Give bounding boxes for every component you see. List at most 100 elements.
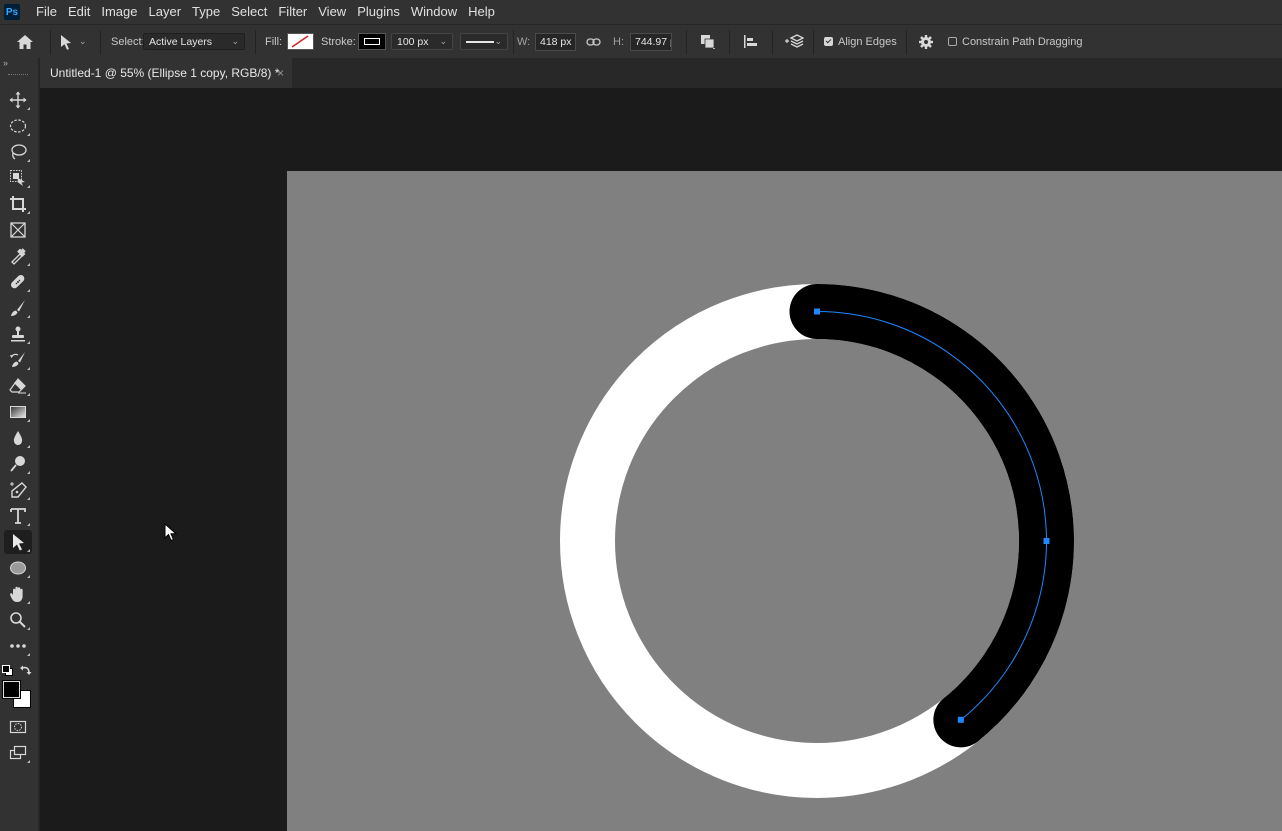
expand-panel-icon[interactable]: »: [0, 58, 38, 70]
select-layers-dropdown[interactable]: Active Layers ⌄: [143, 33, 245, 50]
home-button[interactable]: [16, 25, 34, 58]
stroke-swatch[interactable]: [358, 25, 386, 58]
hand-tool[interactable]: [4, 582, 32, 606]
menu-file[interactable]: File: [31, 0, 62, 24]
eraser-icon: [9, 378, 26, 394]
document-tab-title: Untitled-1 @ 55% (Ellipse 1 copy, RGB/8)…: [50, 66, 280, 80]
flyout-indicator: [27, 367, 30, 370]
quick-mask-icon: [9, 720, 27, 734]
screen-mode-button[interactable]: [4, 741, 32, 765]
menu-select[interactable]: Select: [226, 0, 272, 24]
history-brush-tool[interactable]: [4, 348, 32, 372]
flyout-indicator: [27, 159, 30, 162]
lasso-tool[interactable]: [4, 140, 32, 164]
blur-tool[interactable]: [4, 426, 32, 450]
link-dimensions-button[interactable]: [586, 25, 601, 58]
stroke-line-preview: [466, 40, 494, 43]
fill-swatch[interactable]: [287, 25, 314, 58]
document-canvas[interactable]: [287, 171, 1282, 831]
path-selection-tool[interactable]: [4, 530, 32, 554]
zoom-tool[interactable]: [4, 608, 32, 632]
checkbox-unchecked-icon: [948, 37, 957, 46]
menu-bar: Ps File Edit Image Layer Type Select Fil…: [0, 0, 1282, 24]
document-tab-bar: Untitled-1 @ 55% (Ellipse 1 copy, RGB/8)…: [40, 58, 1282, 88]
ellipse-tool[interactable]: [4, 556, 32, 580]
options-bar: ⌄ Select: Active Layers ⌄ Fill: Stroke: …: [0, 24, 1282, 58]
anchor-point-start[interactable]: [814, 308, 820, 315]
stroke-type-dropdown[interactable]: ⌄: [460, 33, 508, 50]
edit-toolbar[interactable]: [4, 634, 32, 658]
gradient-tool[interactable]: [4, 400, 32, 424]
anchor-point-middle[interactable]: [1043, 538, 1050, 544]
brush-tool[interactable]: [4, 296, 32, 320]
flyout-indicator: [27, 471, 30, 474]
menu-view[interactable]: View: [313, 0, 351, 24]
align-edges-checkbox[interactable]: Align Edges: [824, 25, 897, 58]
type-icon: [10, 508, 26, 524]
stroke-label: Stroke:: [321, 35, 356, 48]
menu-plugins[interactable]: Plugins: [352, 0, 405, 24]
tools-panel: »: [0, 58, 40, 831]
flyout-indicator: [27, 315, 30, 318]
more-icon: [10, 644, 26, 648]
path-arrangement-button[interactable]: [784, 25, 804, 58]
menu-edit[interactable]: Edit: [63, 0, 95, 24]
flyout-indicator: [27, 107, 30, 110]
ellipse-copy-arc-shape[interactable]: [789, 284, 1074, 748]
crop-tool[interactable]: [4, 192, 32, 216]
eyedropper-tool[interactable]: [4, 244, 32, 268]
quick-mask-button[interactable]: [4, 715, 32, 739]
stroke-width-field[interactable]: 100 px ⌄: [391, 33, 453, 50]
flyout-indicator: [27, 133, 30, 136]
anchor-point-end[interactable]: [957, 716, 964, 723]
menu-image[interactable]: Image: [96, 0, 142, 24]
dodge-tool[interactable]: [4, 452, 32, 476]
swap-colors-button[interactable]: [20, 663, 32, 675]
path-operations-button[interactable]: [700, 25, 716, 58]
menu-filter[interactable]: Filter: [273, 0, 312, 24]
ellipse-marquee-icon: [9, 119, 27, 133]
elliptical-marquee-tool[interactable]: [4, 114, 32, 138]
path-options-button[interactable]: [918, 25, 934, 58]
constrain-path-dragging-checkbox[interactable]: Constrain Path Dragging: [948, 25, 1082, 58]
eraser-tool[interactable]: [4, 374, 32, 398]
healing-brush-tool[interactable]: [4, 270, 32, 294]
tool-preset-picker[interactable]: ⌄: [60, 25, 87, 58]
frame-tool[interactable]: [4, 218, 32, 242]
select-label: Select:: [111, 35, 145, 48]
checkbox-checked-icon: [824, 37, 833, 46]
document-tab[interactable]: Untitled-1 @ 55% (Ellipse 1 copy, RGB/8)…: [40, 58, 292, 88]
chevron-down-icon: ⌄: [439, 36, 447, 46]
height-field[interactable]: 744.97 p: [630, 32, 672, 51]
pen-tool[interactable]: [4, 478, 32, 502]
flyout-indicator: [27, 497, 30, 500]
default-colors-icon: [2, 665, 13, 676]
menu-type[interactable]: Type: [187, 0, 225, 24]
object-selection-tool[interactable]: [4, 166, 32, 190]
flyout-indicator: [27, 627, 30, 630]
chevron-down-icon: ⌄: [494, 36, 502, 46]
move-tool[interactable]: [4, 88, 32, 112]
flyout-indicator: [27, 575, 30, 578]
chevron-down-icon: ⌄: [79, 36, 87, 46]
path-selection-arrow-icon: [61, 34, 71, 50]
close-tab-icon[interactable]: ×: [277, 66, 284, 80]
menu-layer[interactable]: Layer: [144, 0, 187, 24]
menu-help[interactable]: Help: [463, 0, 500, 24]
history-brush-icon: [10, 352, 25, 367]
panel-grip[interactable]: [8, 74, 28, 77]
arrange-layers-icon: [785, 33, 804, 48]
foreground-color-swatch[interactable]: [2, 680, 21, 699]
eyedropper-icon: [11, 248, 26, 265]
divider: [813, 30, 814, 54]
width-field[interactable]: 418 px: [535, 32, 576, 51]
lasso-icon: [11, 144, 27, 160]
menu-window[interactable]: Window: [406, 0, 462, 24]
divider: [513, 30, 514, 54]
default-colors-button[interactable]: [2, 663, 13, 676]
path-alignment-button[interactable]: [743, 25, 759, 58]
flyout-indicator: [27, 419, 30, 422]
type-tool[interactable]: [4, 504, 32, 528]
clone-stamp-tool[interactable]: [4, 322, 32, 346]
gear-icon: [919, 34, 933, 49]
